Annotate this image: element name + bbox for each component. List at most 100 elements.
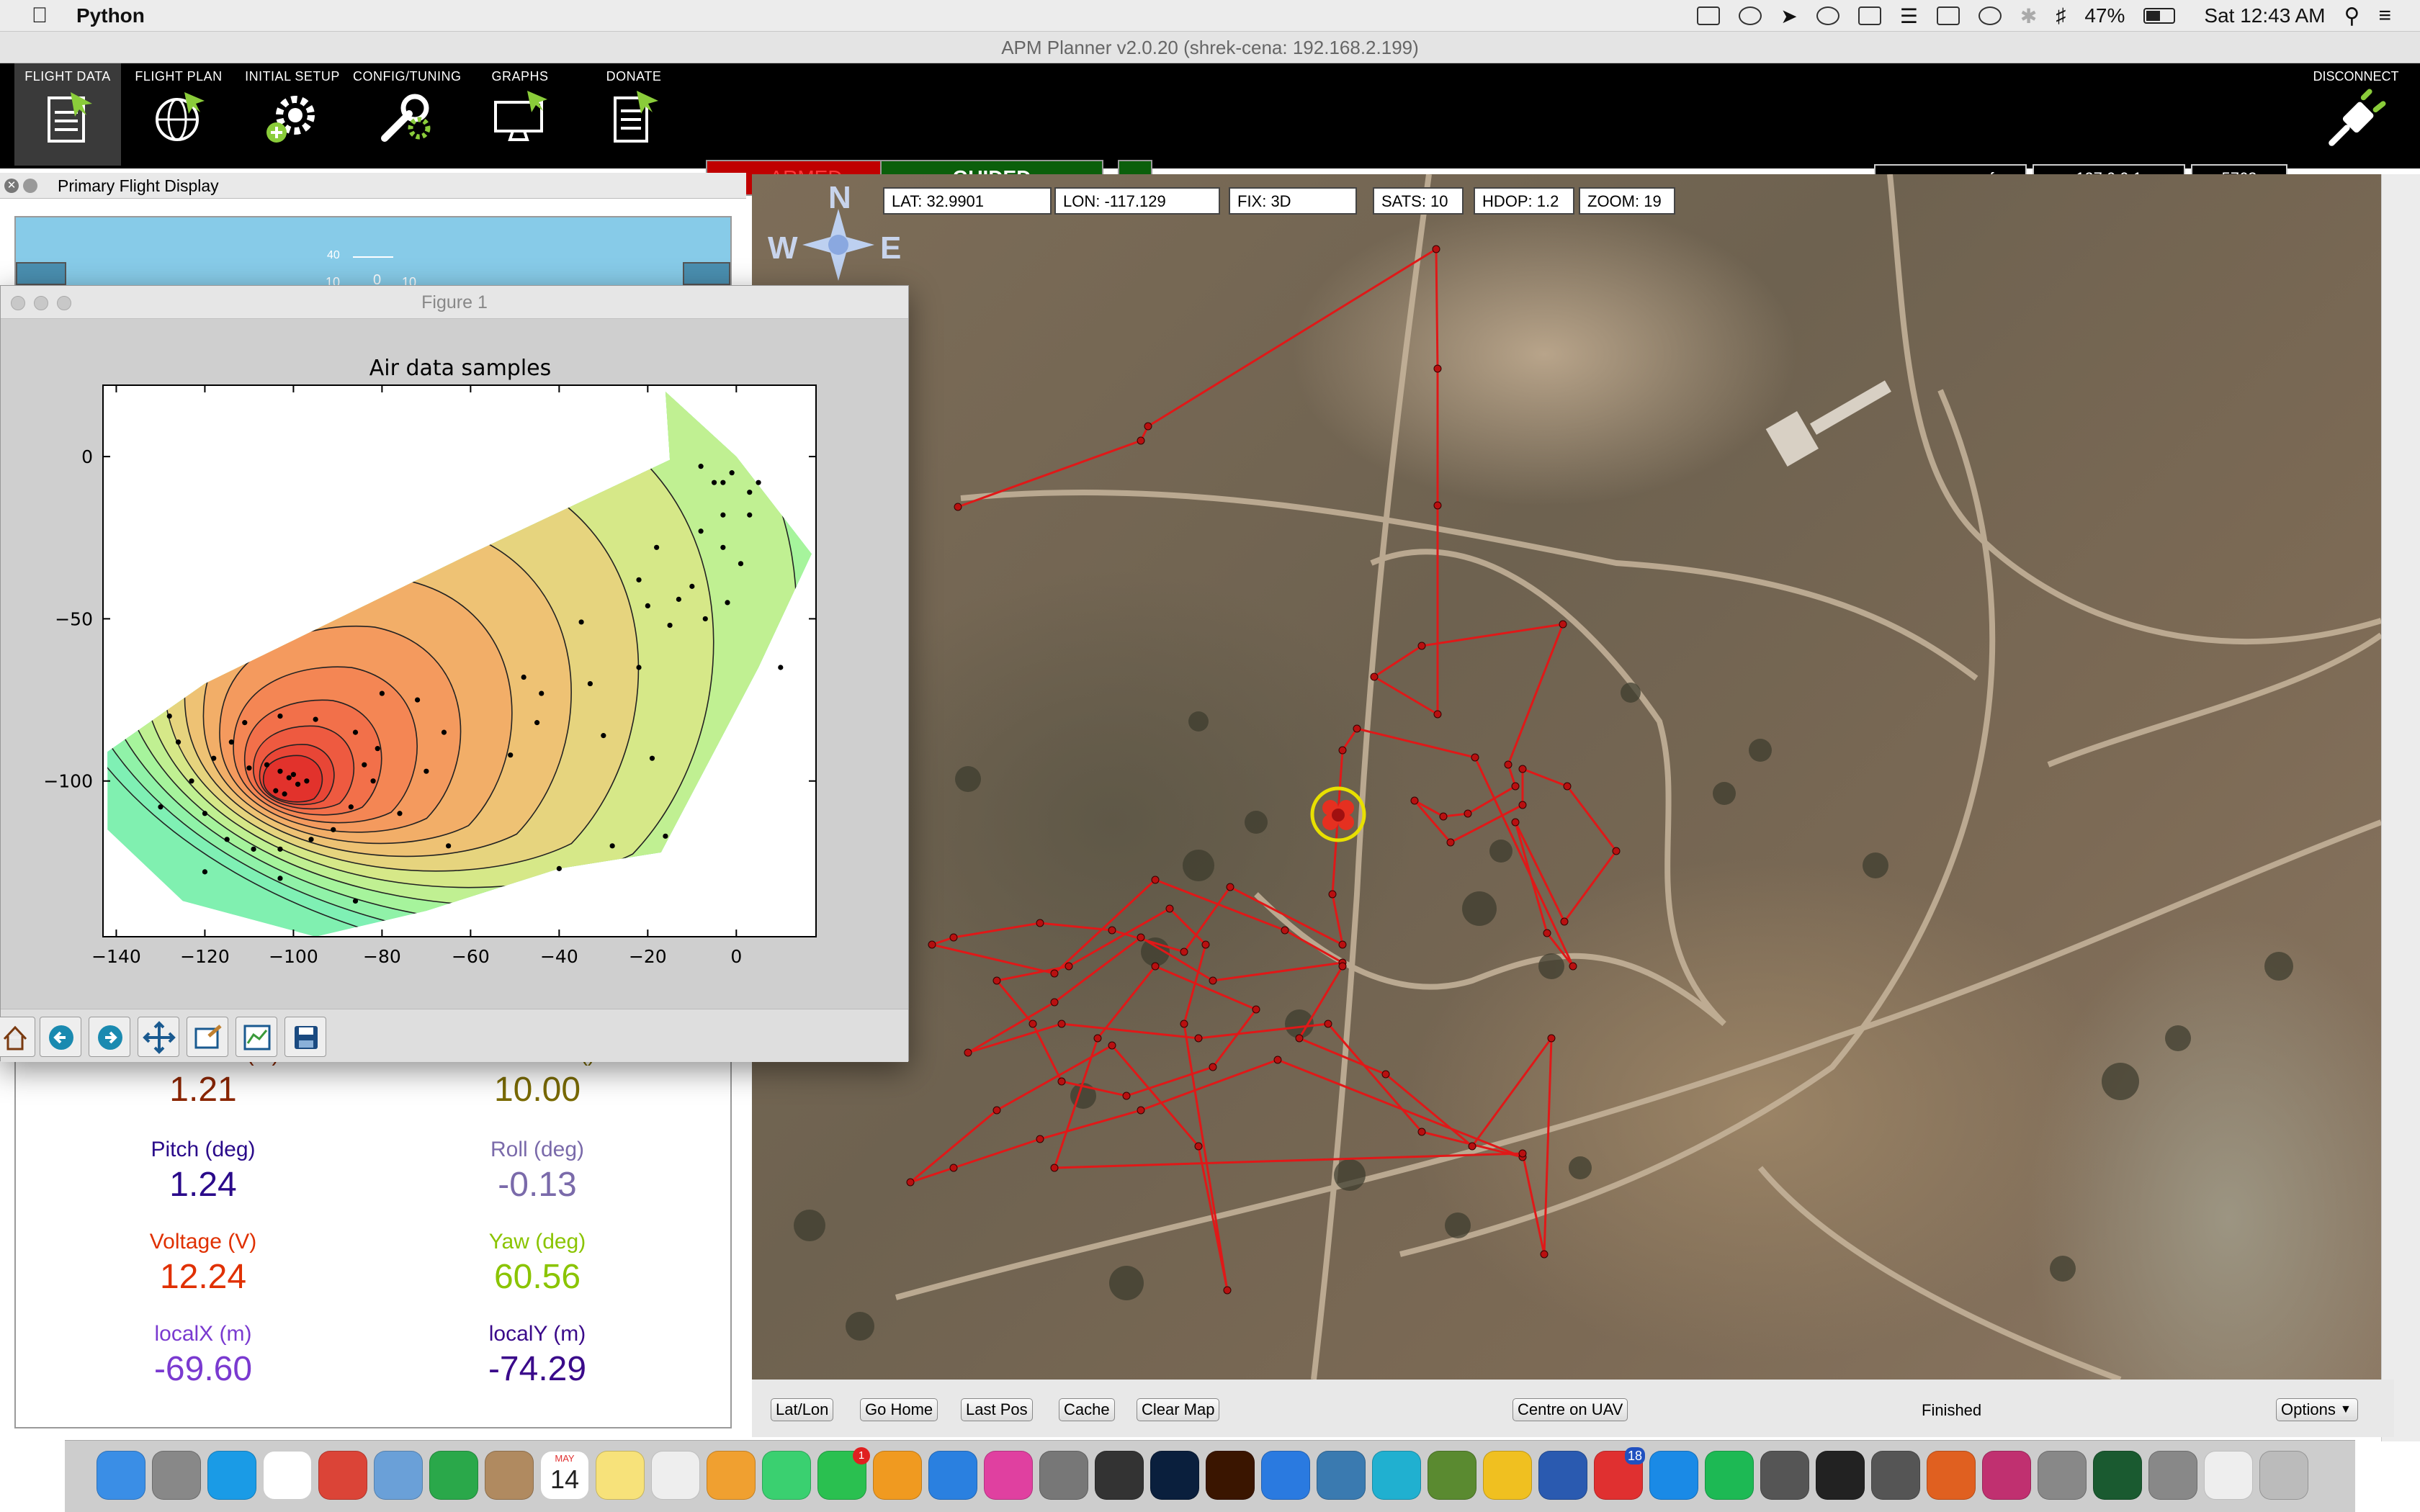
rocket-icon[interactable] bbox=[2148, 1451, 2197, 1500]
tab-flight-data[interactable]: FLIGHT DATA bbox=[14, 63, 121, 166]
bluetooth-icon[interactable]: ✱ bbox=[2020, 4, 2037, 28]
calendar-icon[interactable]: MAY 14 bbox=[540, 1451, 589, 1500]
pan-icon[interactable] bbox=[138, 1017, 179, 1057]
sketch-icon[interactable] bbox=[1483, 1451, 1532, 1500]
readout-local-y: localY (m) -74.29 bbox=[372, 1322, 703, 1389]
apple-icon[interactable]:  bbox=[27, 4, 52, 28]
keynote-icon[interactable] bbox=[928, 1451, 977, 1500]
clock[interactable]: Sat 12:43 AM bbox=[2204, 4, 2325, 27]
camera-icon[interactable] bbox=[1095, 1451, 1144, 1500]
waypoint bbox=[1547, 1034, 1556, 1043]
appstore-icon[interactable] bbox=[1649, 1451, 1698, 1500]
volume-icon[interactable]: ♯ bbox=[2056, 4, 2066, 27]
sync-icon[interactable] bbox=[1816, 6, 1839, 25]
word-icon[interactable] bbox=[1538, 1451, 1587, 1500]
document-icon[interactable] bbox=[2204, 1451, 2253, 1500]
waypoint bbox=[1511, 818, 1520, 827]
window-minimize-icon[interactable] bbox=[34, 296, 48, 310]
numbers-icon[interactable] bbox=[429, 1451, 478, 1500]
cache-button[interactable]: Cache bbox=[1059, 1398, 1115, 1421]
battery-percent[interactable]: 47% bbox=[2084, 4, 2125, 27]
tab-initial-setup[interactable]: INITIAL SETUP bbox=[239, 63, 346, 166]
waypoint bbox=[1137, 436, 1145, 445]
itunes-icon[interactable] bbox=[984, 1451, 1033, 1500]
window-close-icon[interactable] bbox=[11, 296, 25, 310]
photoshop-icon[interactable] bbox=[1150, 1451, 1199, 1500]
cloud-icon[interactable] bbox=[1739, 6, 1762, 25]
disk-utility-icon[interactable] bbox=[2038, 1451, 2087, 1500]
waypoint bbox=[1180, 948, 1188, 956]
clear-map-button[interactable]: Clear Map bbox=[1137, 1398, 1220, 1421]
options-button[interactable]: Options ▼ bbox=[2276, 1398, 2358, 1421]
waypoint bbox=[1194, 1034, 1203, 1043]
chrome-icon[interactable] bbox=[318, 1451, 367, 1500]
sample-point bbox=[636, 577, 642, 582]
forward-arrow-icon[interactable] bbox=[89, 1017, 130, 1057]
intellij-icon[interactable] bbox=[1982, 1451, 2031, 1500]
subplots-icon[interactable] bbox=[236, 1017, 277, 1057]
display-icon[interactable] bbox=[1857, 6, 1881, 25]
tab-flight-plan[interactable]: FLIGHT PLAN bbox=[125, 63, 232, 166]
disconnect-button[interactable]: DISCONNECT bbox=[2302, 63, 2410, 168]
float-icon[interactable] bbox=[23, 179, 37, 193]
window-zoom-icon[interactable] bbox=[57, 296, 71, 310]
taskheat-icon[interactable]: 18 bbox=[1594, 1447, 1645, 1500]
calculator-icon[interactable] bbox=[1871, 1451, 1920, 1500]
back-arrow-icon[interactable] bbox=[40, 1017, 81, 1057]
slack-icon[interactable] bbox=[263, 1451, 312, 1500]
launchpad-icon[interactable] bbox=[152, 1451, 201, 1500]
tab-graphs[interactable]: GRAPHS bbox=[467, 63, 573, 166]
finder-icon[interactable] bbox=[97, 1451, 145, 1500]
photos-icon[interactable] bbox=[707, 1451, 756, 1500]
wifi-icon[interactable]: ☰ bbox=[1900, 4, 1918, 28]
battery-icon[interactable] bbox=[2143, 8, 2176, 24]
illustrator-icon[interactable] bbox=[1206, 1451, 1255, 1500]
matplotlib-figure-window[interactable]: Figure 1 −140 −120 −100 −80 −60 −40 −20 0 0 −50 −1… bbox=[0, 285, 909, 1062]
window-title: APM Planner v2.0.20 (shrek-cena: 192.168… bbox=[0, 32, 2420, 63]
last-pos-button[interactable]: Last Pos bbox=[961, 1398, 1033, 1421]
centre-on-uav-button[interactable]: Centre on UAV bbox=[1512, 1398, 1628, 1421]
latlon-button[interactable]: Lat/Lon bbox=[771, 1398, 834, 1421]
tab-donate[interactable]: DONATE bbox=[581, 63, 687, 166]
xcode-icon[interactable] bbox=[1261, 1451, 1310, 1500]
spotify-icon[interactable] bbox=[1705, 1451, 1754, 1500]
list-icon[interactable]: ≡ bbox=[2378, 4, 2391, 28]
pages-icon[interactable] bbox=[873, 1451, 922, 1500]
terminal-icon[interactable] bbox=[1816, 1451, 1865, 1500]
system-prefs-icon[interactable] bbox=[1039, 1451, 1088, 1500]
location-icon[interactable]: ➤ bbox=[1780, 4, 1797, 28]
messages-icon[interactable] bbox=[762, 1451, 811, 1500]
python-icon[interactable] bbox=[1317, 1451, 1366, 1500]
sublime-icon[interactable] bbox=[1760, 1451, 1809, 1500]
notes-icon[interactable] bbox=[596, 1451, 645, 1500]
sample-point bbox=[689, 583, 695, 589]
trash-icon[interactable] bbox=[2259, 1451, 2308, 1500]
satellite-map[interactable]: N W E LAT: 32.9901 LON: -117.129 FIX: 3D… bbox=[752, 174, 2381, 1380]
minecraft-icon[interactable] bbox=[1428, 1451, 1476, 1500]
preview-icon[interactable] bbox=[374, 1451, 423, 1500]
go-home-button[interactable]: Go Home bbox=[860, 1398, 938, 1421]
tab-label: CONFIG/TUNING bbox=[353, 69, 462, 84]
matlab-icon[interactable] bbox=[1927, 1451, 1976, 1500]
drive-icon[interactable] bbox=[1697, 6, 1721, 25]
search-icon[interactable]: ⚲ bbox=[2344, 4, 2360, 29]
facetime-icon[interactable]: 1 bbox=[817, 1447, 870, 1500]
figure-titlebar[interactable]: Figure 1 bbox=[1, 286, 908, 319]
battery-bar-icon[interactable] bbox=[1936, 6, 1960, 25]
zoom-rect-icon[interactable] bbox=[187, 1017, 228, 1057]
contacts-icon[interactable] bbox=[485, 1451, 534, 1500]
readout-yaw: Yaw (deg) 60.56 bbox=[372, 1230, 703, 1297]
right-scrollbar[interactable] bbox=[2381, 174, 2420, 1441]
tab-config-tuning[interactable]: CONFIG/TUNING bbox=[353, 63, 462, 166]
save-icon[interactable] bbox=[284, 1017, 326, 1057]
safari-icon[interactable] bbox=[207, 1451, 256, 1500]
pycharm-icon[interactable] bbox=[1372, 1451, 1421, 1500]
close-icon[interactable]: ✕ bbox=[4, 179, 19, 193]
readout-local-x: localX (m) -69.60 bbox=[37, 1322, 369, 1389]
home-icon[interactable] bbox=[0, 1017, 35, 1057]
time-machine-icon[interactable] bbox=[1978, 6, 2002, 25]
apm-icon[interactable] bbox=[2093, 1451, 2142, 1500]
app-menu-name[interactable]: Python bbox=[76, 4, 145, 27]
waypoint bbox=[1050, 998, 1059, 1007]
reminders-icon[interactable] bbox=[651, 1451, 700, 1500]
